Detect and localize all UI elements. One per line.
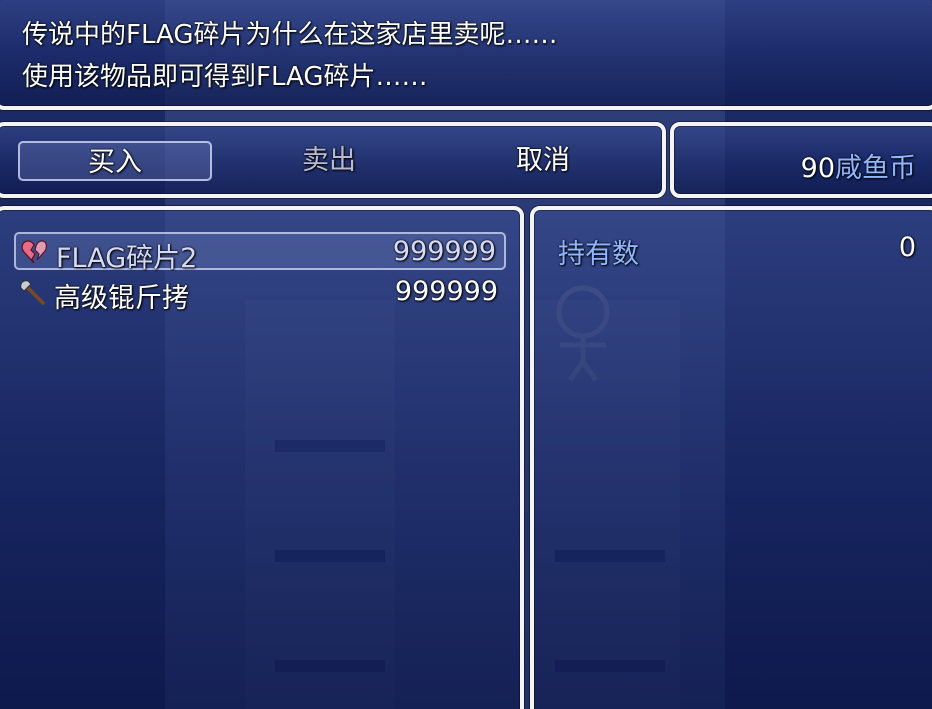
item-status-window: 持有数 0: [530, 206, 932, 709]
gold-amount: 90: [800, 153, 835, 184]
possession-count: 0: [898, 232, 916, 263]
help-text-line-1: 传说中的FLAG碎片为什么在这家店里卖呢……: [22, 20, 558, 50]
item-name: FLAG碎片2: [56, 243, 198, 274]
help-text-line-2: 使用该物品即可得到FLAG碎片……: [22, 62, 428, 92]
item-price: 999999: [392, 236, 496, 267]
shop-scene: 传说中的FLAG碎片为什么在这家店里卖呢…… 使用该物品即可得到FLAG碎片………: [0, 0, 932, 709]
cancel-command[interactable]: 取消: [446, 141, 640, 181]
buy-command[interactable]: 买入: [18, 141, 212, 181]
gold-window: 90咸鱼币: [670, 122, 932, 198]
axe-icon: [20, 280, 45, 305]
buy-list-window: FLAG碎片2 999999 高级锟斤拷 999999: [0, 206, 524, 709]
help-window: 传说中的FLAG碎片为什么在这家店里卖呢…… 使用该物品即可得到FLAG碎片……: [0, 0, 932, 110]
sell-command[interactable]: 卖出: [232, 141, 426, 181]
gold-display: 90咸鱼币: [801, 146, 916, 185]
possession-label: 持有数: [558, 239, 639, 270]
item-name: 高级锟斤拷: [54, 283, 189, 314]
shop-command-window: 买入 卖出 取消: [0, 122, 666, 198]
item-price: 999999: [394, 276, 498, 307]
item-row-advanced-item[interactable]: 高级锟斤拷 999999: [14, 274, 506, 314]
currency-unit: 咸鱼币: [835, 153, 916, 184]
broken-heart-icon: [21, 240, 48, 264]
item-row-flag-fragment[interactable]: FLAG碎片2 999999: [14, 232, 506, 274]
